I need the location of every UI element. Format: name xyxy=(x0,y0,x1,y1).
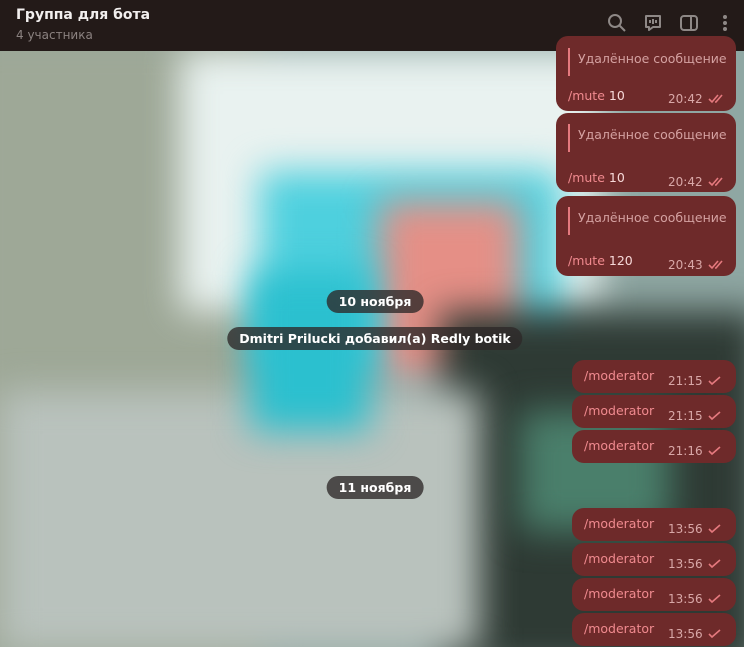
check-icon xyxy=(708,594,721,604)
command-link[interactable]: /moderator xyxy=(584,551,654,566)
command-link[interactable]: /moderator xyxy=(584,403,654,418)
message-bubble[interactable]: /moderator 13:56 xyxy=(572,508,736,541)
message-time: 13:56 xyxy=(668,522,703,536)
double-check-icon xyxy=(708,94,723,104)
sidebar-toggle-icon[interactable] xyxy=(678,12,700,34)
command-link[interactable]: /moderator xyxy=(584,368,654,383)
command-arg: 120 xyxy=(608,253,633,268)
command-link[interactable]: /mute xyxy=(568,253,605,268)
check-icon xyxy=(708,559,721,569)
check-icon xyxy=(708,524,721,534)
command-link[interactable]: /mute xyxy=(568,88,605,103)
message-bubble[interactable]: Удалённое сообщение /mute 10 20:42 xyxy=(556,36,736,111)
message-time: 20:43 xyxy=(668,258,703,272)
message-time: 13:56 xyxy=(668,592,703,606)
date-separator: 11 ноября xyxy=(326,476,424,499)
message-time: 21:15 xyxy=(668,409,703,423)
command-link[interactable]: /moderator xyxy=(584,438,654,453)
message-bubble[interactable]: /moderator 13:56 xyxy=(572,543,736,576)
message-time: 21:16 xyxy=(668,444,703,458)
check-icon xyxy=(708,411,721,421)
command-link[interactable]: /moderator xyxy=(584,516,654,531)
date-separator: 10 ноября xyxy=(326,290,424,313)
check-icon xyxy=(708,629,721,639)
message-bubble[interactable]: Удалённое сообщение /mute 120 20:43 xyxy=(556,196,736,276)
double-check-icon xyxy=(708,260,723,270)
command-arg: 10 xyxy=(608,88,625,103)
reply-preview[interactable]: Удалённое сообщение xyxy=(568,124,727,152)
service-message: Dmitri Prilucki добавил(а) Redly botik xyxy=(227,327,523,350)
command-arg: 10 xyxy=(608,170,625,185)
command-link[interactable]: /moderator xyxy=(584,586,654,601)
message-bubble[interactable]: /moderator 21:16 xyxy=(572,430,736,463)
video-chat-icon[interactable] xyxy=(642,12,664,34)
reply-preview[interactable]: Удалённое сообщение xyxy=(568,207,727,235)
double-check-icon xyxy=(708,177,723,187)
message-time: 13:56 xyxy=(668,627,703,641)
message-bubble[interactable]: /moderator 21:15 xyxy=(572,395,736,428)
message-time: 20:42 xyxy=(668,175,703,189)
command-link[interactable]: /moderator xyxy=(584,621,654,636)
message-time: 21:15 xyxy=(668,374,703,388)
reply-preview[interactable]: Удалённое сообщение xyxy=(568,48,727,76)
message-bubble[interactable]: /moderator 13:56 xyxy=(572,578,736,611)
search-icon[interactable] xyxy=(606,12,628,34)
message-bubble[interactable]: Удалённое сообщение /mute 10 20:42 xyxy=(556,113,736,192)
message-time: 20:42 xyxy=(668,92,703,106)
more-icon[interactable] xyxy=(714,12,736,34)
message-bubble[interactable]: /moderator 13:56 xyxy=(572,613,736,646)
message-time: 13:56 xyxy=(668,557,703,571)
message-bubble[interactable]: /moderator 21:15 xyxy=(572,360,736,393)
command-link[interactable]: /mute xyxy=(568,170,605,185)
check-icon xyxy=(708,376,721,386)
check-icon xyxy=(708,446,721,456)
